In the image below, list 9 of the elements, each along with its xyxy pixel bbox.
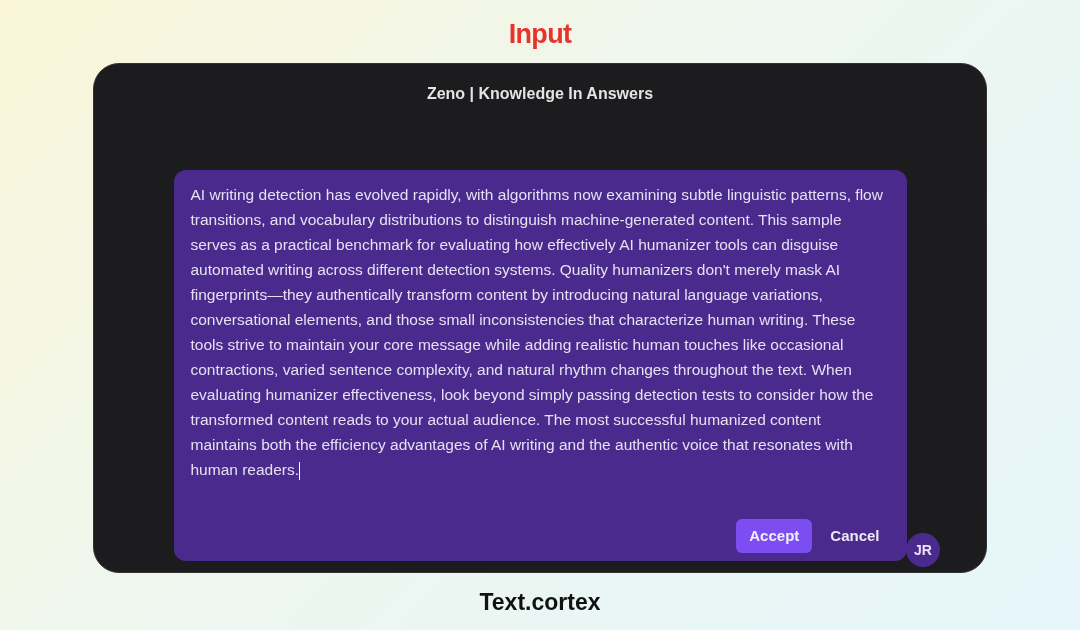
- text-editor[interactable]: [173, 170, 907, 561]
- user-avatar[interactable]: JR: [906, 533, 940, 567]
- accept-button[interactable]: Accept: [736, 519, 813, 553]
- cancel-button[interactable]: Cancel: [820, 519, 890, 553]
- window-title: Zeno | Knowledge In Answers: [426, 84, 654, 104]
- editor-text: AI writing detection has evolved rapidly, with algorithms now examining subtle linguistic patterns, flow transitions, and vocabulary distributions to distinguish machine-generated content. This sample serves as a practical benchmark for evaluating how effectively AI humanizer tools can disguise automated writing across different detection systems. Quality humanizers don't merely mask AI fingerprints—they authentically transform content by introducing natural language variations, conversational elements, and those small inconsistencies that characterize human writing. These tools strive to maintain your core message while adding realistic human touches like occasional contractions, varied sentence complexity, and natural rhythm changes throughout the text. When evaluating humanizer effectiveness, look beyond simply passing detection tests to consider how the transformed content reads to your actual audience. The most successful humanized content maintains both the efficiency advantages of AI writing and the authentic voice that resonates with human readers.: [190, 185, 884, 482]
- caption: Text.cortex: [479, 588, 601, 617]
- page-heading: Input: [508, 18, 572, 50]
- text-cursor: [299, 461, 301, 480]
